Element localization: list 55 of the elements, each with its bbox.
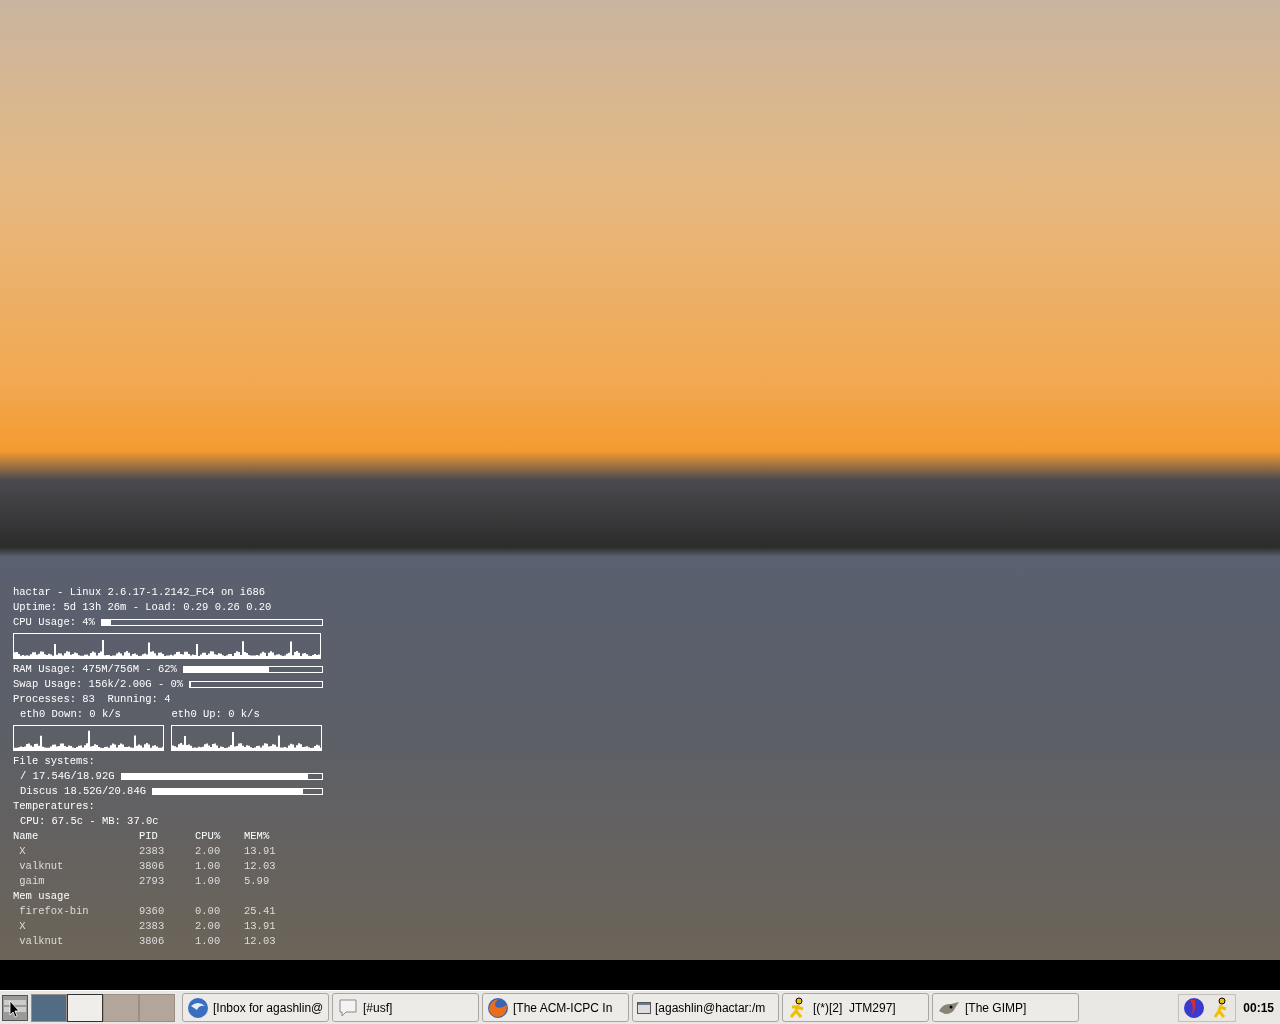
table-cell: 3806	[139, 935, 165, 947]
table-cell: 2.00	[195, 845, 221, 857]
table-cell-text: X	[18, 920, 26, 932]
table-cell-text: valknut	[18, 860, 64, 872]
cpu-usage-text: CPU Usage: 4%	[13, 615, 95, 630]
table-cell: 2383	[139, 920, 165, 932]
section-title: Temperatures:	[13, 799, 95, 814]
table-cell: 12.03	[244, 935, 276, 947]
column-header: PID	[139, 830, 158, 842]
table-cell: 12.03	[244, 860, 276, 872]
task-button[interactable]: [(*)[2] JTM297]	[782, 993, 929, 1022]
task-button[interactable]: [Inbox for agashlin@	[182, 993, 329, 1022]
task-button[interactable]: [#usf]	[332, 993, 479, 1022]
ram-usage-text: RAM Usage: 475M/756M - 62%	[13, 662, 177, 677]
table-cell: 25.41	[244, 905, 276, 917]
temperatures-text: CPU: 67.5c - MB: 37.0c	[20, 814, 159, 829]
table-cell: 5.99	[244, 875, 270, 887]
table-cell: 13.91	[244, 920, 276, 932]
table-cell: 2.00	[195, 920, 221, 932]
clock[interactable]: 00:15	[1239, 1000, 1278, 1015]
table-cell: 1.00	[195, 935, 221, 947]
table-cell-text: valknut	[18, 935, 64, 947]
net-up-text: eth0 Up: 0 k/s	[171, 707, 261, 722]
table-cell: 0.00	[195, 905, 221, 917]
task-button[interactable]: [agashlin@hactar:/m	[632, 993, 779, 1022]
table-cell: 1.00	[195, 860, 221, 872]
speech-bubble-icon	[337, 997, 359, 1018]
filesystem-text: / 17.54G/18.92G	[20, 769, 115, 784]
table-cell: 1.00	[195, 875, 221, 887]
workspace[interactable]	[67, 993, 103, 1022]
section-title: File systems:	[13, 754, 95, 769]
table-cell: 2383	[139, 845, 165, 857]
table-cell-text: firefox-bin	[18, 905, 89, 917]
column-header: CPU%	[195, 830, 221, 842]
column-header: Name	[13, 830, 39, 842]
column-header: MEM%	[244, 830, 270, 842]
filesystem-text: Discus 18.52G/20.84G	[20, 784, 147, 799]
task-button[interactable]: [The GIMP]	[932, 993, 1079, 1022]
table-cell-text: gaim	[18, 875, 45, 887]
globe-icon[interactable]	[1183, 996, 1206, 1019]
system-info-text: hactar - Linux 2.6.17-1.2142_FC4 on i686	[13, 585, 266, 600]
swap-usage-text: Swap Usage: 156k/2.00G - 0%	[13, 677, 184, 692]
section-title: Mem usage	[13, 890, 70, 902]
task-button[interactable]: [The ACM-ICPC In	[482, 993, 629, 1022]
fox-globe-icon	[487, 996, 509, 1019]
table-cell: 3806	[139, 860, 165, 872]
show-desktop-icon[interactable]	[2, 994, 28, 1021]
table-cell: 13.91	[244, 845, 276, 857]
window-icon	[637, 1001, 651, 1014]
table-cell-text: X	[18, 845, 26, 857]
net-down-text: eth0 Down: 0 k/s	[20, 707, 122, 722]
table-cell: 9360	[139, 905, 165, 917]
processes-text: Processes: 83 Running: 4	[13, 692, 171, 707]
system-info-text: Uptime: 5d 13h 26m - Load: 0.29 0.26 0.20	[13, 600, 272, 615]
table-cell: 2793	[139, 875, 165, 887]
